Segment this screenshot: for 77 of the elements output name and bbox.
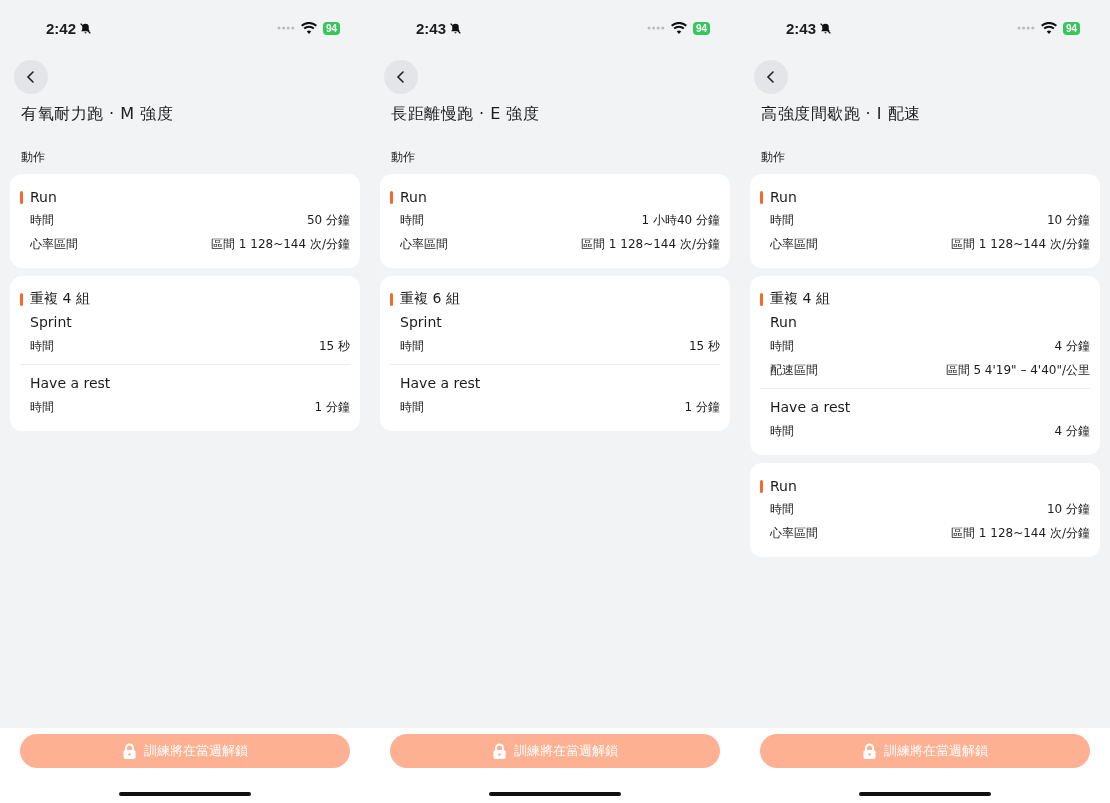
accent-bar [760, 190, 763, 204]
battery-level: 94 [692, 21, 710, 35]
bell-muted-icon [449, 21, 463, 35]
field-label: 時間 [30, 211, 54, 229]
wifi-icon [300, 22, 317, 34]
lock-icon [492, 743, 506, 759]
status-time: 2:43 [416, 19, 447, 37]
field-label: 心率區間 [770, 235, 818, 253]
field-value: 4 分鐘 [1054, 337, 1090, 355]
field-value: 15 秒 [318, 337, 350, 355]
step-title: Have a rest [769, 398, 852, 417]
step-title: Run [769, 313, 798, 332]
lock-icon [122, 743, 136, 759]
field-label: 心率區間 [770, 524, 818, 542]
back-button[interactable] [384, 60, 418, 94]
field-value: 1 分鐘 [314, 398, 350, 416]
signal-icon [1016, 26, 1035, 30]
field-label: 時間 [770, 500, 794, 518]
bell-muted-icon [79, 21, 93, 35]
section-label: 動作 [761, 149, 786, 166]
field-value: 50 分鐘 [306, 211, 350, 229]
field-value: 區間 1 128~144 次/分鐘 [211, 235, 350, 253]
back-button[interactable] [754, 60, 788, 94]
field-value: 區間 1 128~144 次/分鐘 [951, 235, 1090, 253]
step-title: Run [400, 189, 427, 205]
lock-icon [862, 743, 876, 759]
accent-bar [390, 190, 393, 204]
field-value: 4 分鐘 [1054, 422, 1090, 440]
accent-bar [760, 292, 763, 306]
field-label: 時間 [30, 337, 54, 355]
field-value: 15 秒 [688, 337, 720, 355]
accent-bar [20, 190, 23, 204]
repeat-title: 重複 4 組 [30, 290, 90, 308]
back-button[interactable] [14, 60, 48, 94]
field-label: 配速區間 [770, 361, 818, 379]
field-label: 時間 [770, 211, 794, 229]
step-title: Run [770, 478, 797, 494]
accent-bar [20, 292, 23, 306]
field-label: 時間 [400, 337, 424, 355]
step-title: Run [30, 189, 57, 205]
field-value: 10 分鐘 [1046, 500, 1090, 518]
page-title: 有氧耐力跑 · M 強度 [21, 104, 175, 125]
step-title: Sprint [399, 313, 443, 332]
status-time: 2:43 [786, 19, 817, 37]
section-label: 動作 [21, 149, 46, 166]
wifi-icon [1040, 22, 1057, 34]
accent-bar [390, 292, 393, 306]
field-label: 時間 [400, 398, 424, 416]
field-label: 時間 [30, 398, 54, 416]
field-value: 10 分鐘 [1046, 211, 1090, 229]
battery-level: 94 [1062, 21, 1080, 35]
repeat-title: 重複 4 組 [770, 290, 830, 308]
field-value: 1 分鐘 [684, 398, 720, 416]
wifi-icon [670, 22, 687, 34]
field-label: 心率區間 [400, 235, 448, 253]
bell-muted-icon [819, 21, 833, 35]
field-label: 時間 [770, 337, 794, 355]
step-title: Have a rest [399, 374, 482, 393]
field-value: 1 小時40 分鐘 [641, 211, 720, 229]
repeat-title: 重複 6 組 [400, 290, 460, 308]
field-value: 區間 5 4'19" – 4'40"/公里 [945, 361, 1090, 379]
field-label: 時間 [400, 211, 424, 229]
accent-bar [760, 479, 763, 493]
signal-icon [276, 26, 295, 30]
signal-icon [646, 26, 665, 30]
step-title: Run [770, 189, 797, 205]
section-label: 動作 [391, 149, 416, 166]
field-label: 時間 [770, 422, 794, 440]
battery-level: 94 [322, 21, 340, 35]
field-value: 區間 1 128~144 次/分鐘 [951, 524, 1090, 542]
page-title: 長距離慢跑 · E 強度 [391, 104, 541, 125]
field-value: 區間 1 128~144 次/分鐘 [581, 235, 720, 253]
step-title: Have a rest [29, 374, 112, 393]
field-label: 心率區間 [30, 235, 78, 253]
step-title: Sprint [29, 313, 73, 332]
status-time: 2:42 [46, 19, 77, 37]
page-title: 高強度間歇跑 · I 配速 [761, 104, 922, 125]
